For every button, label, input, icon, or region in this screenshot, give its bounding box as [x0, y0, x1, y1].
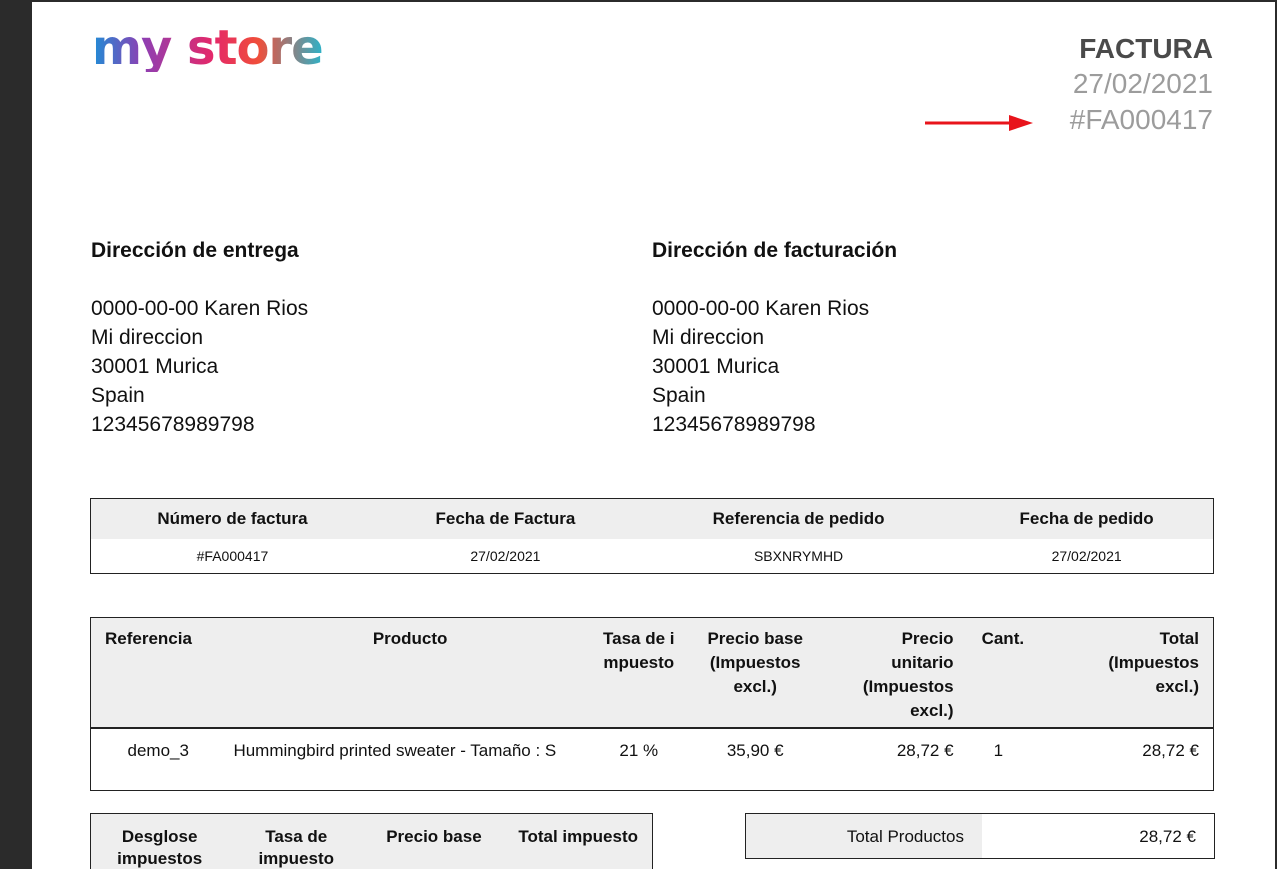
- table-row: demo_3 Hummingbird printed sweater - Tam…: [91, 728, 1214, 790]
- billing-address-title: Dirección de facturación: [652, 239, 898, 262]
- product-tax-rate: 21 %: [619, 741, 659, 760]
- address-line: 12345678989798: [91, 413, 255, 436]
- table-cell: 27/02/2021: [1051, 548, 1122, 564]
- column-header-total: Total (Impuestos excl.): [1063, 617, 1214, 729]
- column-header: Precio base: [364, 813, 504, 869]
- table-row: Total Productos 28,72 €: [745, 813, 1215, 859]
- address-line: Mi direccion: [91, 326, 204, 349]
- table-cell: #FA000417: [196, 548, 269, 564]
- column-header: Tasa de impuesto: [228, 813, 365, 869]
- product-total: 28,72 €: [1142, 741, 1199, 760]
- column-header-base-price: Precio base (Impuestos excl.): [682, 617, 828, 729]
- totals-table: Total Productos 28,72 €: [745, 813, 1215, 859]
- billing-address: Dirección de facturación 0000-00-00 Kare…: [652, 238, 1152, 439]
- store-logo: my store: [92, 20, 324, 76]
- product-name: Hummingbird printed sweater - Tamaño : S: [233, 741, 557, 760]
- address-line: 30001 Murica: [652, 355, 780, 378]
- column-header: Referencia de pedido: [636, 498, 961, 539]
- address-line: 0000-00-00 Karen Rios: [91, 297, 309, 320]
- column-header: Número de factura: [90, 498, 374, 539]
- invoice-summary-table: Número de factura Fecha de Factura Refer…: [90, 498, 1214, 574]
- delivery-address-title: Dirección de entrega: [91, 239, 299, 262]
- address-line: 12345678989798: [652, 413, 816, 436]
- product-quantity: 1: [993, 741, 1004, 760]
- table-header-row: Número de factura Fecha de Factura Refer…: [90, 498, 1214, 539]
- invoice-header: FACTURA 27/02/2021 #FA000417: [1070, 32, 1213, 138]
- red-arrow-icon: [925, 115, 1033, 131]
- column-header-reference: Referencia: [90, 617, 226, 729]
- table-row: #FA000417 27/02/2021 SBXNRYMHD 27/02/202…: [91, 539, 1214, 574]
- column-header-quantity: Cant.: [967, 617, 1064, 729]
- tax-breakdown-table: Desglose impuestos Tasa de impuesto Prec…: [90, 813, 653, 869]
- product-base-price: 35,90 €: [726, 741, 784, 760]
- column-header-tax-rate: Tasa de impuesto: [594, 617, 683, 729]
- products-table: Referencia Producto Tasa de impuesto Pre…: [90, 617, 1214, 791]
- address-line: Mi direccion: [652, 326, 765, 349]
- product-reference: demo_3: [127, 741, 189, 760]
- column-header: Desglose impuestos: [90, 813, 229, 869]
- column-header: Total impuesto: [503, 813, 653, 869]
- column-header-product: Producto: [225, 617, 595, 729]
- table-cell: 27/02/2021: [470, 548, 541, 564]
- table-cell: SBXNRYMHD: [753, 548, 844, 564]
- column-header-unit-price: Precio unitario (Impuestos excl.): [827, 617, 968, 729]
- table-header-row: Referencia Producto Tasa de impuesto Pre…: [90, 617, 1214, 729]
- address-line: 30001 Murica: [91, 355, 219, 378]
- invoice-number: #FA000417: [1069, 104, 1213, 135]
- product-unit-price: 28,72 €: [896, 741, 954, 760]
- invoice-date: 27/02/2021: [1072, 68, 1213, 99]
- address-line: 0000-00-00 Karen Rios: [652, 297, 870, 320]
- delivery-address: Dirección de entrega 0000-00-00 Karen Ri…: [91, 238, 591, 439]
- table-header-row: Desglose impuestos Tasa de impuesto Prec…: [90, 813, 653, 869]
- address-line: Spain: [91, 384, 145, 407]
- column-header: Fecha de pedido: [960, 498, 1214, 539]
- total-products-value: 28,72 €: [1139, 827, 1196, 846]
- invoice-title: FACTURA: [1079, 33, 1213, 64]
- total-products-label: Total Productos: [745, 813, 982, 859]
- address-line: Spain: [652, 384, 706, 407]
- column-header: Fecha de Factura: [373, 498, 637, 539]
- invoice-page: my store FACTURA 27/02/2021 #FA000417 Di…: [32, 2, 1275, 869]
